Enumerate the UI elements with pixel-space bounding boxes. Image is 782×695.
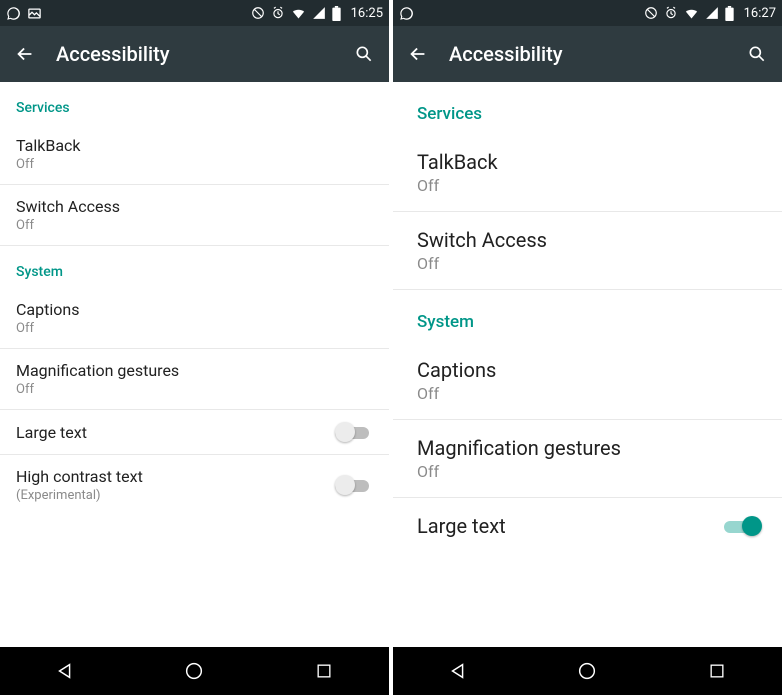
- nav-bar: [0, 647, 389, 695]
- phone-right: 16:27 Accessibility Services TalkBack Of…: [393, 0, 782, 695]
- item-talkback[interactable]: TalkBack Off: [393, 134, 782, 212]
- item-title: Captions: [417, 358, 762, 382]
- settings-list: Services TalkBack Off Switch Access Off …: [0, 82, 389, 647]
- battery-icon: [332, 6, 341, 21]
- nav-bar: [393, 647, 782, 695]
- toggle-large-text[interactable]: [724, 516, 762, 536]
- back-button[interactable]: [10, 43, 40, 65]
- toggle-large-text[interactable]: [335, 422, 373, 442]
- status-bar: 16:25: [0, 0, 389, 26]
- item-sub: Off: [16, 382, 373, 397]
- item-title: Captions: [16, 300, 373, 319]
- page-title: Accessibility: [56, 42, 349, 66]
- item-title: High contrast text: [16, 467, 335, 486]
- phone-left: 16:25 Accessibility Services TalkBack Of…: [0, 0, 389, 695]
- item-magnification[interactable]: Magnification gestures Off: [0, 349, 389, 410]
- item-switch-access[interactable]: Switch Access Off: [393, 212, 782, 290]
- item-sub: Off: [417, 176, 762, 195]
- action-bar: Accessibility: [393, 26, 782, 82]
- image-icon: [27, 6, 42, 21]
- item-title: Switch Access: [417, 228, 762, 252]
- item-high-contrast[interactable]: High contrast text (Experimental): [0, 455, 389, 515]
- battery-icon: [725, 6, 734, 21]
- clock-text: 16:27: [744, 6, 776, 21]
- item-sub: (Experimental): [16, 488, 335, 503]
- nav-recent-button[interactable]: [702, 656, 732, 686]
- nav-back-button[interactable]: [443, 656, 473, 686]
- item-title: Magnification gestures: [417, 436, 762, 460]
- item-title: Switch Access: [16, 197, 373, 216]
- action-bar: Accessibility: [0, 26, 389, 82]
- nav-back-button[interactable]: [50, 656, 80, 686]
- item-sub: Off: [16, 321, 373, 336]
- signal-icon: [705, 6, 719, 20]
- do-not-disturb-icon: [251, 6, 265, 20]
- item-large-text[interactable]: Large text: [393, 498, 782, 554]
- back-button[interactable]: [403, 43, 433, 65]
- item-sub: Off: [16, 218, 373, 233]
- item-captions[interactable]: Captions Off: [393, 342, 782, 420]
- nav-home-button[interactable]: [179, 656, 209, 686]
- item-talkback[interactable]: TalkBack Off: [0, 124, 389, 185]
- search-button[interactable]: [742, 44, 772, 64]
- whatsapp-icon: [6, 6, 21, 21]
- item-title: Magnification gestures: [16, 361, 373, 380]
- item-sub: Off: [417, 462, 762, 481]
- alarm-icon: [271, 6, 285, 20]
- do-not-disturb-icon: [644, 6, 658, 20]
- item-title: TalkBack: [417, 150, 762, 174]
- toggle-high-contrast[interactable]: [335, 475, 373, 495]
- wifi-icon: [684, 6, 699, 21]
- item-sub: Off: [417, 254, 762, 273]
- item-title: Large text: [417, 514, 724, 538]
- search-button[interactable]: [349, 44, 379, 64]
- item-sub: Off: [417, 384, 762, 403]
- settings-list: Services TalkBack Off Switch Access Off …: [393, 82, 782, 647]
- item-sub: Off: [16, 157, 373, 172]
- nav-home-button[interactable]: [572, 656, 602, 686]
- item-large-text[interactable]: Large text: [0, 410, 389, 455]
- page-title: Accessibility: [449, 42, 742, 66]
- item-title: Large text: [16, 423, 335, 442]
- item-switch-access[interactable]: Switch Access Off: [0, 185, 389, 246]
- item-magnification[interactable]: Magnification gestures Off: [393, 420, 782, 498]
- section-system: System: [393, 290, 782, 342]
- clock-text: 16:25: [351, 6, 383, 21]
- alarm-icon: [664, 6, 678, 20]
- item-captions[interactable]: Captions Off: [0, 288, 389, 349]
- nav-recent-button[interactable]: [309, 656, 339, 686]
- section-system: System: [0, 246, 389, 288]
- whatsapp-icon: [399, 6, 414, 21]
- section-services: Services: [0, 82, 389, 124]
- status-bar: 16:27: [393, 0, 782, 26]
- section-services: Services: [393, 82, 782, 134]
- item-title: TalkBack: [16, 136, 373, 155]
- wifi-icon: [291, 6, 306, 21]
- signal-icon: [312, 6, 326, 20]
